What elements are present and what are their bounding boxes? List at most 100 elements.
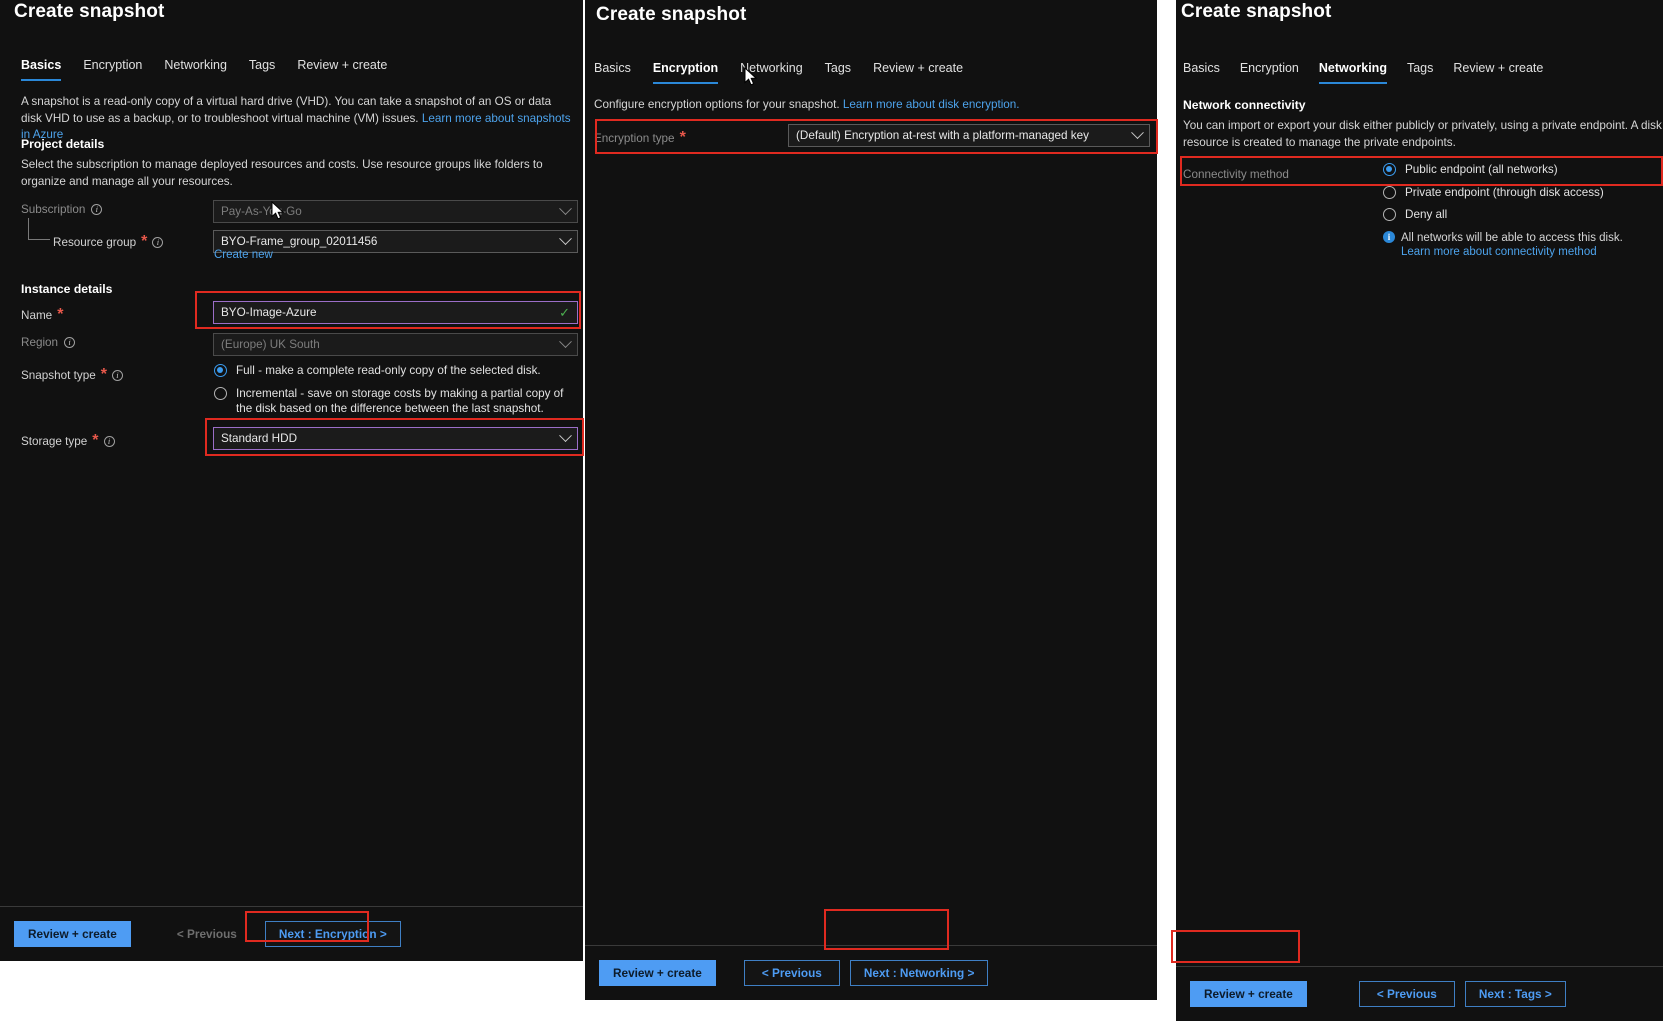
region-value: (Europe) UK South <box>221 338 555 351</box>
learn-more-disk-encryption-link[interactable]: Learn more about disk encryption. <box>843 98 1020 111</box>
encryption-type-label: Encryption type <box>594 132 675 145</box>
page-title-encryption: Create snapshot <box>596 4 746 26</box>
tab-networking[interactable]: Networking <box>1319 61 1387 84</box>
connectivity-method-label: Connectivity method <box>1183 168 1289 181</box>
project-details-description: Select the subscription to manage deploy… <box>21 157 577 190</box>
footer-encryption: Review + create < Previous Next : Networ… <box>585 945 1157 1000</box>
tab-basics[interactable]: Basics <box>594 61 631 84</box>
radio-snapshot-incremental[interactable]: Incremental - save on storage costs by m… <box>214 386 574 417</box>
screenshot-stage: Create snapshot Basics Encryption Networ… <box>0 0 1663 1021</box>
required-asterisk: * <box>57 306 63 324</box>
region-label-group: Region i <box>21 336 75 349</box>
encryption-type-select[interactable]: (Default) Encryption at-rest with a plat… <box>788 124 1150 147</box>
chevron-down-icon <box>559 202 572 215</box>
tab-networking[interactable]: Networking <box>740 61 803 84</box>
encryption-type-label-group: Encryption type * <box>594 129 686 147</box>
name-value: BYO-Image-Azure <box>221 306 553 319</box>
encryption-type-value: (Default) Encryption at-rest with a plat… <box>796 129 1127 142</box>
subscription-label-group: Subscription i <box>21 203 102 216</box>
learn-more-connectivity-link[interactable]: Learn more about connectivity method <box>1401 246 1623 258</box>
radio-icon <box>1383 163 1396 176</box>
create-snapshot-networking-panel: Create snapshot Basics Encryption Networ… <box>1176 0 1663 1021</box>
storage-type-value: Standard HDD <box>221 432 555 445</box>
name-label-group: Name * <box>21 306 63 324</box>
tabbar-networking: Basics Encryption Networking Tags Review… <box>1183 61 1543 84</box>
instance-details-heading: Instance details <box>21 282 112 296</box>
previous-button[interactable]: < Previous <box>1359 981 1455 1007</box>
connectivity-method-label-group: Connectivity method <box>1183 165 1289 183</box>
tab-encryption[interactable]: Encryption <box>653 61 718 84</box>
tab-networking[interactable]: Networking <box>164 58 227 81</box>
radio-snapshot-full[interactable]: Full - make a complete read-only copy of… <box>214 363 574 379</box>
review-create-button[interactable]: Review + create <box>14 921 131 947</box>
subscription-select[interactable]: Pay-As-You-Go <box>213 200 578 223</box>
footer-networking: Review + create < Previous Next : Tags > <box>1176 966 1663 1021</box>
chevron-down-icon <box>559 335 572 348</box>
snapshot-type-radio-group: Full - make a complete read-only copy of… <box>214 363 574 424</box>
connectivity-method-radio-group: Public endpoint (all networks) Private e… <box>1383 162 1663 258</box>
radio-icon <box>214 387 227 400</box>
previous-button: < Previous <box>159 921 255 947</box>
tabbar-basics: Basics Encryption Networking Tags Review… <box>21 58 387 81</box>
required-asterisk: * <box>141 233 147 251</box>
resource-group-label: Resource group <box>53 236 136 249</box>
info-icon[interactable]: i <box>64 337 75 348</box>
tab-tags[interactable]: Tags <box>1407 61 1433 84</box>
tabbar-encryption: Basics Encryption Networking Tags Review… <box>594 61 963 84</box>
radio-private-endpoint[interactable]: Private endpoint (through disk access) <box>1383 185 1663 201</box>
tree-connector <box>28 218 50 240</box>
next-tags-button[interactable]: Next : Tags > <box>1465 981 1566 1007</box>
required-asterisk: * <box>92 432 98 450</box>
tab-encryption[interactable]: Encryption <box>83 58 142 81</box>
info-icon[interactable]: i <box>112 370 123 381</box>
review-create-button[interactable]: Review + create <box>1190 981 1307 1007</box>
encryption-intro-sentence: Configure encryption options for your sn… <box>594 98 840 111</box>
name-label: Name <box>21 309 52 322</box>
tab-basics[interactable]: Basics <box>21 58 61 81</box>
resource-group-value: BYO-Frame_group_02011456 <box>221 235 555 248</box>
chevron-down-icon <box>1131 126 1144 139</box>
region-select[interactable]: (Europe) UK South <box>213 333 578 356</box>
previous-button[interactable]: < Previous <box>744 960 840 986</box>
tab-encryption[interactable]: Encryption <box>1240 61 1299 84</box>
info-icon[interactable]: i <box>91 204 102 215</box>
info-circle-icon: i <box>1383 231 1395 243</box>
next-networking-button[interactable]: Next : Networking > <box>850 960 988 986</box>
project-details-heading: Project details <box>21 137 104 151</box>
info-icon[interactable]: i <box>104 436 115 447</box>
review-create-button[interactable]: Review + create <box>599 960 716 986</box>
chevron-down-icon <box>559 232 572 245</box>
create-snapshot-basics-panel: Create snapshot Basics Encryption Networ… <box>0 0 583 961</box>
radio-label: Incremental - save on storage costs by m… <box>236 386 566 417</box>
tab-tags[interactable]: Tags <box>825 61 851 84</box>
radio-label: Private endpoint (through disk access) <box>1405 185 1604 201</box>
note-text: All networks will be able to access this… <box>1401 230 1623 246</box>
required-asterisk: * <box>101 366 107 384</box>
radio-public-endpoint[interactable]: Public endpoint (all networks) <box>1383 162 1663 178</box>
radio-icon <box>1383 208 1396 221</box>
subscription-label: Subscription <box>21 203 85 216</box>
next-encryption-button[interactable]: Next : Encryption > <box>265 921 401 947</box>
create-new-resource-group-link[interactable]: Create new <box>214 249 273 261</box>
name-input[interactable]: BYO-Image-Azure ✓ <box>213 301 578 324</box>
info-icon[interactable]: i <box>152 237 163 248</box>
region-label: Region <box>21 336 58 349</box>
radio-label: Full - make a complete read-only copy of… <box>236 363 541 379</box>
storage-type-select[interactable]: Standard HDD <box>213 427 578 450</box>
tab-tags[interactable]: Tags <box>249 58 275 81</box>
chevron-down-icon <box>559 429 572 442</box>
tab-review-create[interactable]: Review + create <box>297 58 387 81</box>
page-title-networking: Create snapshot <box>1181 1 1331 23</box>
valid-check-icon: ✓ <box>559 306 570 319</box>
resource-group-label-group: Resource group * i <box>53 233 163 251</box>
networking-intro-text: You can import or export your disk eithe… <box>1183 118 1663 151</box>
radio-icon <box>214 364 227 377</box>
tab-review-create[interactable]: Review + create <box>873 61 963 84</box>
connectivity-info-note: i All networks will be able to access th… <box>1383 230 1663 258</box>
snapshot-type-label: Snapshot type <box>21 369 96 382</box>
radio-deny-all[interactable]: Deny all <box>1383 207 1663 223</box>
tab-basics[interactable]: Basics <box>1183 61 1220 84</box>
radio-label: Public endpoint (all networks) <box>1405 162 1558 178</box>
tab-review-create[interactable]: Review + create <box>1453 61 1543 84</box>
storage-type-label-group: Storage type * i <box>21 432 115 450</box>
